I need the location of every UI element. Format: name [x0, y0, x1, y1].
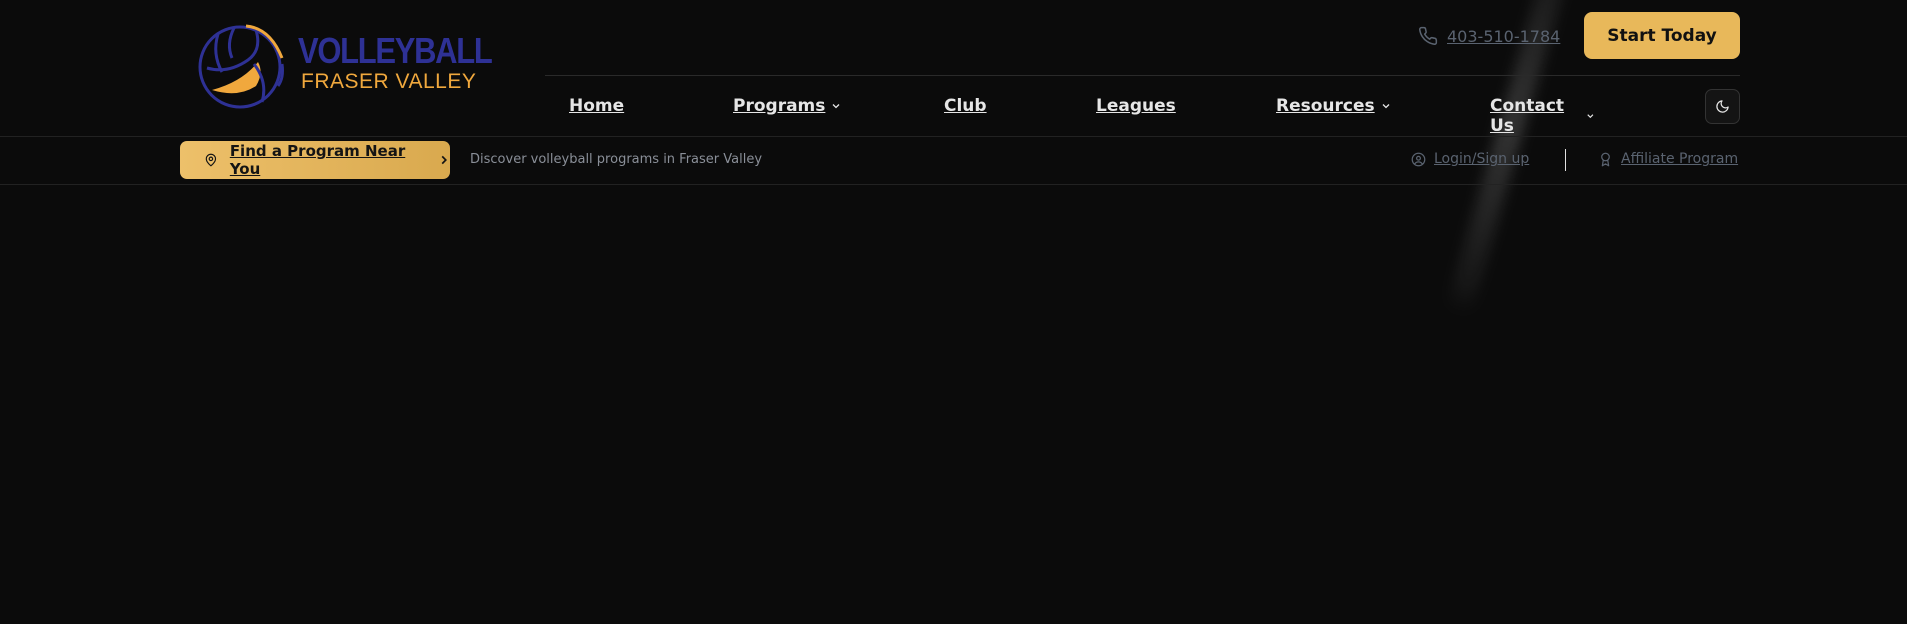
nav-item-label: Resources [1276, 96, 1375, 116]
nav-item-label: Home [569, 96, 625, 116]
nav-item-label: Club [944, 96, 987, 116]
nav-item-contact[interactable]: Contact Us [1490, 96, 1595, 136]
nav-item-programs[interactable]: Programs [733, 96, 841, 116]
page: VOLLEYBALL FRASER VALLEY 403-510-1784 St… [0, 0, 1907, 624]
nav-item-label: Contact Us [1490, 96, 1565, 136]
affiliate-label: Affiliate Program [1621, 151, 1739, 167]
nav-item-leagues[interactable]: Leagues [1096, 96, 1176, 116]
chevron-down-icon [832, 104, 840, 109]
affiliate-program-link[interactable]: Affiliate Program [1598, 151, 1738, 167]
find-program-button[interactable]: Find a Program Near You [180, 141, 450, 179]
site-header: VOLLEYBALL FRASER VALLEY 403-510-1784 St… [0, 0, 1907, 137]
chevron-down-icon [1587, 114, 1594, 119]
logo-wordmark-secondary: FRASER VALLEY [301, 70, 477, 93]
finder-tagline: Discover volleyball programs in Fraser V… [470, 152, 763, 167]
login-signup-link[interactable]: Login/Sign up [1411, 151, 1529, 167]
nav-item-club[interactable]: Club [944, 96, 987, 116]
theme-toggle-button[interactable] [1705, 89, 1740, 124]
award-icon [1601, 152, 1610, 166]
phone-link[interactable]: 403-510-1784 [1418, 24, 1560, 48]
phone-number: 403-510-1784 [1447, 26, 1561, 46]
find-program-label: Find a Program Near You [229, 142, 406, 178]
chevron-right-icon [441, 155, 447, 165]
nav-divider [545, 75, 1740, 76]
login-label: Login/Sign up [1434, 151, 1530, 167]
chevron-down-icon [1382, 104, 1390, 109]
nav-item-home[interactable]: Home [569, 96, 624, 116]
start-today-button[interactable]: Start Today [1584, 12, 1740, 59]
main-nav: Home Programs Club Leagues Resources Con… [545, 88, 1595, 136]
nav-item-label: Programs [733, 96, 826, 116]
nav-item-label: Leagues [1096, 96, 1176, 116]
map-pin-icon [205, 153, 217, 167]
logo-wordmark-primary: VOLLEYBALL [298, 30, 493, 71]
moon-icon [1716, 100, 1729, 113]
subbar-separator [1565, 149, 1566, 171]
nav-item-resources[interactable]: Resources [1276, 96, 1391, 116]
user-circle-icon [1411, 152, 1426, 166]
volleyball-logo-icon [198, 24, 284, 109]
program-finder-bar: Find a Program Near You Discover volleyb… [0, 137, 1907, 185]
phone-icon [1419, 26, 1438, 45]
